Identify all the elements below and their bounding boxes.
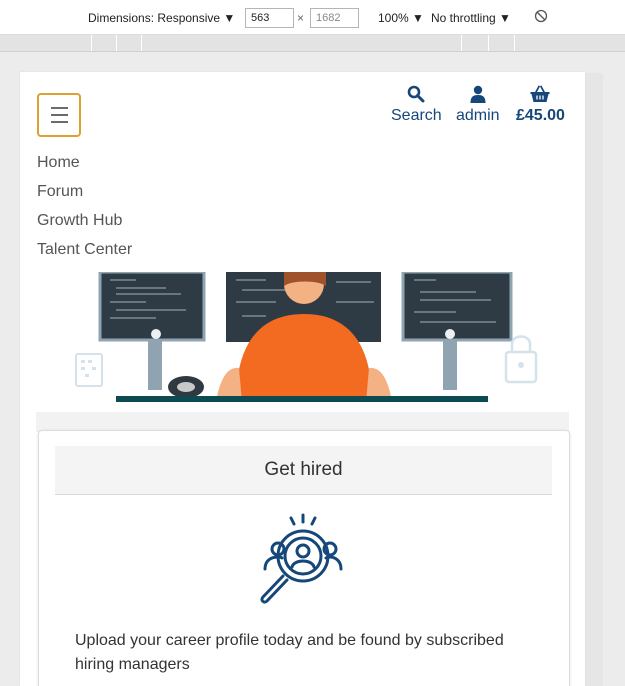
devtools-toolbar: Dimensions: Responsive ▼ 563 × 1682 100%… xyxy=(0,0,625,35)
nav-item-growth-hub[interactable]: Growth Hub xyxy=(37,210,132,239)
dimension-separator: × xyxy=(297,11,305,25)
card-title: Get hired xyxy=(55,446,552,495)
search-label: Search xyxy=(391,107,442,124)
main-nav: Home Forum Growth Hub Talent Center xyxy=(37,152,132,268)
get-hired-card: Get hired Upload your career profile tod… xyxy=(38,430,570,686)
talent-search-icon xyxy=(260,513,343,604)
nav-item-forum[interactable]: Forum xyxy=(37,181,132,210)
dimensions-dropdown[interactable]: Dimensions: Responsive ▼ xyxy=(88,11,235,25)
user-icon xyxy=(470,85,486,103)
zoom-dropdown[interactable]: 100% ▼ xyxy=(378,11,424,25)
hero-footer-band xyxy=(36,412,569,432)
throttling-dropdown[interactable]: No throttling ▼ xyxy=(431,11,511,25)
basket-icon xyxy=(530,85,550,102)
media-query-ruler xyxy=(0,35,625,52)
basket-button[interactable]: £45.00 xyxy=(516,85,565,125)
no-throttling-icon[interactable] xyxy=(534,9,548,23)
account-label: admin xyxy=(456,107,500,124)
basket-total: £45.00 xyxy=(516,107,565,124)
menu-button[interactable] xyxy=(37,93,81,137)
card-description: Upload your career profile today and be … xyxy=(75,632,504,673)
width-input[interactable]: 563 xyxy=(245,8,294,28)
height-input[interactable]: 1682 xyxy=(310,8,359,28)
resize-handle[interactable] xyxy=(585,73,603,686)
nav-item-home[interactable]: Home xyxy=(37,152,132,181)
hero-illustration xyxy=(75,272,538,402)
account-button[interactable]: admin xyxy=(456,85,500,125)
search-icon xyxy=(408,85,425,103)
search-button[interactable]: Search xyxy=(391,85,442,125)
page-viewport: Search admin £45.00 Home Forum Growth Hu… xyxy=(20,72,585,686)
nav-item-talent-center[interactable]: Talent Center xyxy=(37,239,132,268)
